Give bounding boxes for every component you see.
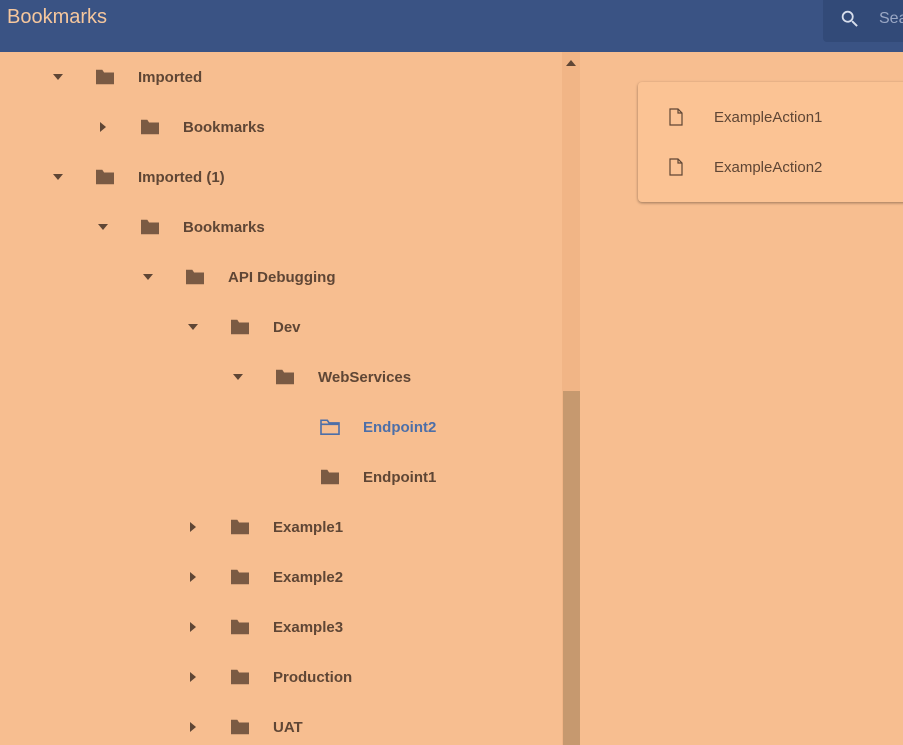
folder-icon [94, 168, 116, 186]
action-label: ExampleAction1 [714, 108, 823, 126]
folder-icon [229, 718, 251, 736]
toggle-spacer [277, 471, 289, 483]
actions-panel: ExampleAction1 ExampleAction2 [638, 82, 903, 202]
tree-item[interactable]: Imported [52, 52, 202, 102]
tree-item[interactable]: Production [187, 652, 352, 702]
tree-item[interactable]: Example2 [187, 552, 343, 602]
tree-item[interactable]: Example1 [187, 502, 343, 552]
action-item[interactable]: ExampleAction2 [638, 142, 903, 192]
search-icon[interactable] [839, 8, 861, 30]
file-icon [669, 108, 683, 126]
tree-item-label: Endpoint2 [363, 418, 437, 436]
action-label: ExampleAction2 [714, 158, 823, 176]
folder-icon [94, 68, 116, 86]
app-title: Bookmarks [7, 6, 108, 28]
tree-item[interactable]: Endpoint1 [277, 452, 436, 502]
tree-item-label: Dev [273, 318, 301, 336]
caret-down-icon[interactable] [52, 171, 64, 183]
toggle-spacer [277, 421, 289, 433]
tree-item[interactable]: Endpoint2 [277, 402, 436, 452]
scroll-up-arrow[interactable] [566, 60, 576, 66]
folder-icon [139, 218, 161, 236]
search-box[interactable]: Search [823, 0, 903, 42]
tree-item-label: API Debugging [228, 268, 336, 286]
tree-item-label: Bookmarks [183, 118, 265, 136]
caret-down-icon[interactable] [232, 371, 244, 383]
caret-right-icon[interactable] [187, 671, 199, 683]
tree-item-label: Example3 [273, 618, 344, 636]
caret-down-icon[interactable] [52, 71, 64, 83]
folder-icon [274, 368, 296, 386]
folder-outline-icon [319, 418, 341, 436]
search-input[interactable]: Search [879, 9, 903, 29]
file-icon [669, 158, 683, 176]
app-header: Bookmarks Search [0, 0, 903, 52]
tree-item-label: Example1 [273, 518, 344, 536]
folder-icon [229, 618, 251, 636]
caret-down-icon[interactable] [187, 321, 199, 333]
caret-right-icon[interactable] [187, 721, 199, 733]
tree-item[interactable]: WebServices [232, 352, 411, 402]
tree-item-label: Example2 [273, 568, 344, 586]
tree-item-label: UAT [273, 718, 303, 736]
tree-item-label: Imported [138, 68, 203, 86]
caret-right-icon[interactable] [187, 571, 199, 583]
caret-down-icon[interactable] [142, 271, 154, 283]
folder-icon [229, 518, 251, 536]
caret-right-icon[interactable] [187, 521, 199, 533]
tree-item[interactable]: Imported (1) [52, 152, 225, 202]
bookmark-tree: Imported Bookmarks Imported (1) Bookmarks AP… [0, 52, 580, 745]
folder-icon [229, 668, 251, 686]
tree-item-label: Endpoint1 [363, 468, 437, 486]
folder-icon [229, 318, 251, 336]
caret-right-icon[interactable] [187, 621, 199, 633]
folder-icon [319, 468, 341, 486]
tree-item-label: Imported (1) [138, 168, 225, 186]
folder-icon [229, 568, 251, 586]
caret-down-icon[interactable] [97, 221, 109, 233]
tree-item[interactable]: Dev [187, 302, 301, 352]
tree-item[interactable]: Bookmarks [97, 202, 265, 252]
tree-item[interactable]: UAT [187, 702, 303, 745]
tree-item-label: WebServices [318, 368, 412, 386]
folder-icon [184, 268, 206, 286]
tree-item-label: Bookmarks [183, 218, 265, 236]
tree-item-label: Production [273, 668, 353, 686]
scroll-thumb[interactable] [563, 391, 580, 745]
tree-item[interactable]: Example3 [187, 602, 343, 652]
tree-item[interactable]: Bookmarks [97, 102, 265, 152]
folder-icon [139, 118, 161, 136]
tree-item[interactable]: API Debugging [142, 252, 336, 302]
action-item[interactable]: ExampleAction1 [638, 92, 903, 142]
caret-right-icon[interactable] [97, 121, 109, 133]
